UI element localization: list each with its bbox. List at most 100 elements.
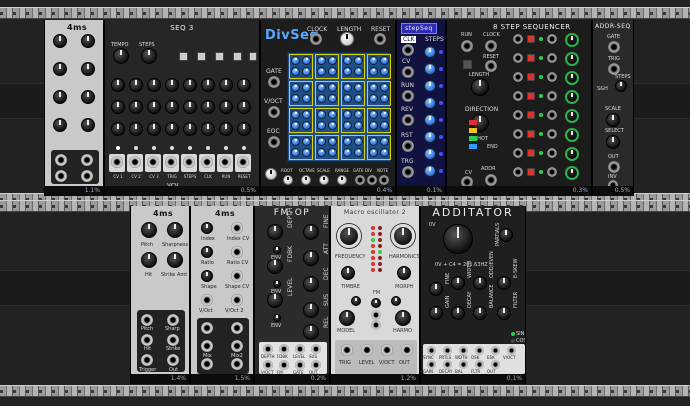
- seq3-step-knob[interactable]: [165, 78, 179, 92]
- divseq-knob[interactable]: [291, 110, 300, 119]
- clock-knob-6[interactable]: [81, 90, 95, 104]
- step-gate-jack[interactable]: [513, 148, 523, 158]
- fine-knob[interactable]: [303, 224, 319, 240]
- fm-atten-knob[interactable]: [371, 298, 381, 308]
- timbre-knob[interactable]: [341, 266, 355, 280]
- eoc-jack[interactable]: [268, 136, 280, 148]
- step-gate-button[interactable]: [527, 111, 535, 119]
- reset-button[interactable]: [249, 52, 257, 61]
- divseq-knob[interactable]: [317, 121, 326, 130]
- divseq-knob[interactable]: [369, 83, 378, 92]
- divseq-knob[interactable]: [317, 148, 326, 157]
- divseq-knob[interactable]: [328, 83, 337, 92]
- divseq-knob[interactable]: [354, 67, 363, 76]
- divseq-knob[interactable]: [291, 67, 300, 76]
- divseq-knob[interactable]: [302, 110, 311, 119]
- step-gate-jack[interactable]: [513, 91, 523, 101]
- module-seq3[interactable]: SEQ 3 TEMPO STEPS VCV 0.5% CV 1CV 2CV 3T…: [104, 20, 260, 196]
- stepseq-step-knob[interactable]: [424, 97, 436, 109]
- balance-knob[interactable]: [473, 306, 487, 320]
- seq3-step-knob[interactable]: [201, 122, 215, 136]
- step-gate-jack[interactable]: [513, 129, 523, 139]
- module-8-step-sequencer[interactable]: 8 STEP SEQUENCER RUN CLOCK RESET LENGTH …: [446, 20, 592, 196]
- reset-jack[interactable]: [485, 60, 497, 72]
- fine-knob[interactable]: [429, 282, 443, 296]
- harmo-knob[interactable]: [395, 310, 411, 326]
- step-cv-knob[interactable]: [565, 52, 579, 66]
- stepseq-step-knob[interactable]: [424, 80, 436, 92]
- gain-knob[interactable]: [429, 306, 443, 320]
- rel-knob[interactable]: [303, 324, 319, 340]
- divseq-knob[interactable]: [354, 121, 363, 130]
- frequency-knob[interactable]: [337, 224, 361, 248]
- seq3-jack[interactable]: [237, 156, 249, 168]
- shape-cv-jack[interactable]: [231, 270, 243, 282]
- mix-jack[interactable]: [201, 358, 213, 370]
- steps-button[interactable]: [197, 52, 206, 61]
- step-cv-knob[interactable]: [565, 90, 579, 104]
- step-gate-button[interactable]: [527, 130, 535, 138]
- divseq-knob[interactable]: [380, 56, 389, 65]
- steps-knob[interactable]: [141, 48, 157, 64]
- divseq-bottom-jack[interactable]: [355, 175, 365, 185]
- model-knob[interactable]: [339, 310, 355, 326]
- divseq-knob[interactable]: [302, 67, 311, 76]
- divseq-bottom-knob[interactable]: [283, 175, 293, 185]
- seq3-step-knob[interactable]: [147, 78, 161, 92]
- divseq-knob[interactable]: [380, 110, 389, 119]
- seq3-jack[interactable]: [183, 156, 195, 168]
- module-4ms-pitch[interactable]: 4ms Pitch Sharpness Hit Strike Amt Pitch…: [130, 206, 190, 384]
- tempo-button[interactable]: [179, 52, 188, 61]
- seq3-jack[interactable]: [111, 156, 123, 168]
- stepseq-step-knob[interactable]: [424, 46, 436, 58]
- out-jack[interactable]: [608, 161, 620, 173]
- divseq-knob[interactable]: [317, 56, 326, 65]
- additator-jack[interactable]: [459, 346, 468, 355]
- ratio-cv-jack[interactable]: [231, 246, 243, 258]
- step-gate-button[interactable]: [527, 92, 535, 100]
- clock-out-jack[interactable]: [81, 170, 93, 182]
- index-jack-c[interactable]: [201, 340, 213, 352]
- length-knob[interactable]: [471, 78, 489, 96]
- seq3-step-knob[interactable]: [111, 100, 125, 114]
- hit-cv-jack[interactable]: [141, 334, 153, 346]
- seq3-step-knob[interactable]: [165, 100, 179, 114]
- clock-slew-jack[interactable]: [55, 170, 67, 182]
- stepseq-step-knob[interactable]: [424, 165, 436, 177]
- fmop-jack[interactable]: [311, 344, 321, 354]
- divseq-knob[interactable]: [302, 83, 311, 92]
- env-knob[interactable]: [273, 246, 281, 254]
- macro-jack[interactable]: [361, 344, 373, 356]
- step-trig-jack[interactable]: [547, 72, 557, 82]
- module-divseq[interactable]: DivSeq CLOCK LENGTH RESET GATE V/OCT EOC…: [260, 20, 396, 196]
- divseq-knob[interactable]: [328, 110, 337, 119]
- fmop-jack[interactable]: [263, 344, 273, 354]
- divseq-knob[interactable]: [369, 148, 378, 157]
- divseq-bottom-knob[interactable]: [319, 175, 329, 185]
- clk-jack[interactable]: [402, 44, 414, 56]
- morph-atten-knob[interactable]: [391, 296, 401, 306]
- run-jack[interactable]: [461, 40, 473, 52]
- divseq-knob[interactable]: [328, 56, 337, 65]
- module-stepseq[interactable]: stepSeq CLK STEPS CV RUN REV RST TRG 0.1…: [396, 20, 446, 196]
- seq3-step-knob[interactable]: [129, 78, 143, 92]
- step-cv-knob[interactable]: [565, 109, 579, 123]
- step-gate-button[interactable]: [527, 149, 535, 157]
- additator-jack[interactable]: [459, 360, 468, 369]
- gate-jack[interactable]: [608, 41, 620, 53]
- seq3-step-knob[interactable]: [147, 122, 161, 136]
- trigger-jack[interactable]: [141, 354, 153, 366]
- step-trig-jack[interactable]: [547, 110, 557, 120]
- divseq-knob[interactable]: [328, 137, 337, 146]
- divseq-bottom-jack[interactable]: [367, 175, 377, 185]
- clock-knob-5[interactable]: [53, 90, 67, 104]
- divseq-knob[interactable]: [317, 137, 326, 146]
- seq3-step-knob[interactable]: [129, 100, 143, 114]
- clock-knob-3[interactable]: [53, 62, 67, 76]
- divseq-knob[interactable]: [369, 56, 378, 65]
- seq3-step-knob[interactable]: [219, 100, 233, 114]
- divseq-knob[interactable]: [354, 110, 363, 119]
- seq3-step-knob[interactable]: [237, 100, 251, 114]
- step-cv-knob[interactable]: [565, 33, 579, 47]
- divseq-knob[interactable]: [343, 110, 352, 119]
